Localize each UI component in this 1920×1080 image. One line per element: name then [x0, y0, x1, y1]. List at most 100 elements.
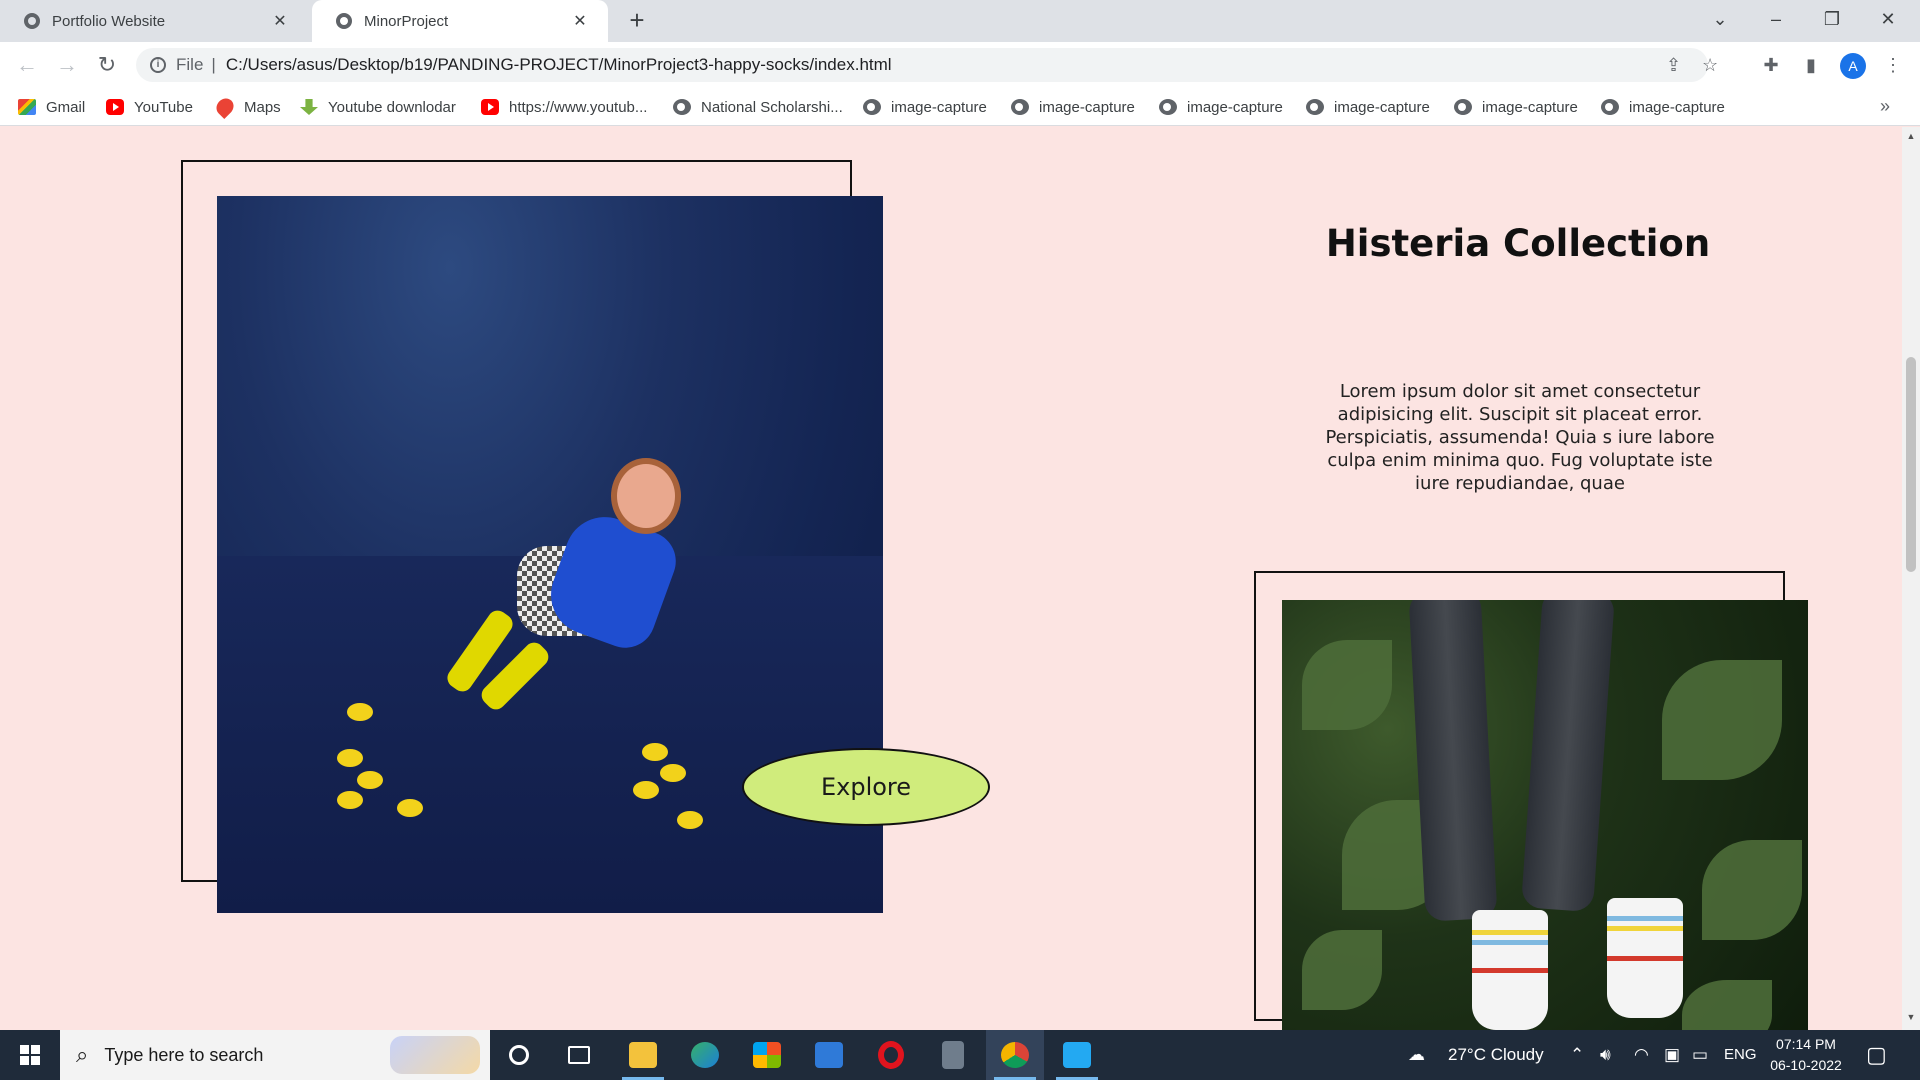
- tab-strip: Portfolio Website ✕ MinorProject ✕ + ⌄ –…: [0, 0, 1920, 42]
- vscode-icon[interactable]: [1048, 1030, 1106, 1080]
- youtube-icon: [106, 99, 124, 115]
- taskbar-search-box[interactable]: ⌕ Type here to search: [60, 1030, 490, 1080]
- bookmark-national-scholarship[interactable]: National Scholarshi...: [673, 96, 843, 118]
- tab-title: Portfolio Website: [52, 12, 166, 30]
- globe-icon: [863, 99, 881, 115]
- bookmark-youtube-downloader[interactable]: Youtube downlodar: [300, 96, 456, 118]
- file-explorer-icon[interactable]: [614, 1030, 672, 1080]
- bookmark-youtube-link[interactable]: https://www.youtub...: [481, 96, 647, 118]
- bookmark-image-capture[interactable]: image-capture: [1601, 96, 1725, 118]
- star-icon[interactable]: ☆: [1702, 48, 1718, 82]
- scroll-up-arrow-icon[interactable]: ▲: [1906, 131, 1916, 141]
- search-highlight-illustration: [390, 1036, 480, 1074]
- globe-icon: [1601, 99, 1619, 115]
- globe-icon: [673, 99, 691, 115]
- bookmark-maps[interactable]: Maps: [212, 94, 281, 120]
- explore-button[interactable]: Explore: [742, 748, 990, 826]
- language-indicator[interactable]: ENG: [1724, 1030, 1757, 1080]
- battery-icon[interactable]: ▭: [1692, 1030, 1708, 1080]
- socks-in-leaves-photo: [1282, 600, 1808, 1030]
- edge-icon[interactable]: [676, 1030, 734, 1080]
- share-icon[interactable]: ⇪: [1666, 48, 1681, 82]
- clock-time: 07:14 PM: [1776, 1036, 1836, 1052]
- close-window-button[interactable]: ✕: [1860, 0, 1916, 40]
- bookmark-label: YouTube: [134, 98, 193, 116]
- bookmark-label: image-capture: [1187, 98, 1283, 116]
- maps-icon: [212, 94, 238, 120]
- bookmark-label: Youtube downlodar: [328, 98, 456, 116]
- scheme-label: File: [176, 55, 204, 74]
- bookmark-label: National Scholarshi...: [701, 98, 843, 116]
- clock-date: 06-10-2022: [1770, 1057, 1842, 1073]
- menu-icon[interactable]: ⋮: [1880, 52, 1906, 78]
- cloudy-weather-icon[interactable]: ☁: [1408, 1030, 1425, 1080]
- bookmark-label: image-capture: [1629, 98, 1725, 116]
- chevron-up-icon[interactable]: ⌃: [1570, 1030, 1584, 1080]
- bookmark-label: image-capture: [1334, 98, 1430, 116]
- tab-title: MinorProject: [364, 12, 449, 30]
- info-icon[interactable]: i: [150, 57, 166, 73]
- cortana-icon[interactable]: [490, 1030, 548, 1080]
- back-arrow-icon[interactable]: ←: [12, 50, 42, 80]
- notifications-icon[interactable]: ▢: [1866, 1030, 1887, 1080]
- bookmarks-overflow-button[interactable]: »: [1880, 96, 1890, 117]
- start-button[interactable]: [0, 1030, 60, 1080]
- bookmarks-bar: Gmail YouTube Maps Youtube downlodar htt…: [0, 88, 1920, 126]
- page-scrollbar[interactable]: ▲ ▼: [1902, 127, 1920, 1030]
- tab-search-button[interactable]: ⌄: [1692, 0, 1748, 40]
- address-bar[interactable]: i File | C:/Users/asus/Desktop/b19/PANDI…: [136, 48, 1718, 82]
- youtube-icon: [481, 99, 499, 115]
- calculator-icon[interactable]: [924, 1030, 982, 1080]
- side-panel-icon[interactable]: ▮: [1798, 52, 1824, 78]
- chrome-icon[interactable]: [986, 1030, 1044, 1080]
- meet-now-icon[interactable]: ▣: [1664, 1030, 1680, 1080]
- scroll-down-arrow-icon[interactable]: ▼: [1906, 1012, 1916, 1022]
- extensions-icon[interactable]: ✚: [1758, 52, 1784, 78]
- search-placeholder: Type here to search: [104, 1044, 264, 1065]
- globe-icon: [1306, 99, 1324, 115]
- bookmark-label: image-capture: [1039, 98, 1135, 116]
- volume-icon[interactable]: 🔊︎: [1600, 1030, 1611, 1080]
- minimize-button[interactable]: –: [1748, 0, 1804, 40]
- bookmark-label: image-capture: [1482, 98, 1578, 116]
- windows-logo-icon: [20, 1045, 40, 1065]
- taskbar-clock[interactable]: 07:14 PM 06-10-2022: [1760, 1034, 1852, 1076]
- close-icon[interactable]: ✕: [570, 11, 590, 31]
- forward-arrow-icon[interactable]: →: [52, 50, 82, 80]
- bookmark-youtube[interactable]: YouTube: [106, 96, 193, 118]
- bookmark-label: image-capture: [891, 98, 987, 116]
- collection-title: Histeria Collection: [1325, 222, 1711, 265]
- download-icon: [300, 99, 318, 115]
- windows-taskbar: ⌕ Type here to search ☁ 27°C Cloudy ⌃ 🔊︎…: [0, 1030, 1920, 1080]
- bookmark-gmail[interactable]: Gmail: [18, 96, 85, 118]
- scheme-separator: |: [211, 55, 216, 74]
- bookmark-label: Maps: [244, 98, 281, 116]
- scrollbar-thumb[interactable]: [1906, 357, 1916, 572]
- globe-icon: [336, 13, 352, 29]
- restore-button[interactable]: ❐: [1804, 0, 1860, 40]
- globe-icon: [1454, 99, 1472, 115]
- gmail-icon: [18, 99, 36, 115]
- bookmark-image-capture[interactable]: image-capture: [1159, 96, 1283, 118]
- collection-description: Lorem ipsum dolor sit amet consectetur a…: [1325, 381, 1715, 494]
- tab-portfolio-website[interactable]: Portfolio Website ✕: [0, 0, 308, 42]
- close-icon[interactable]: ✕: [270, 11, 290, 31]
- bookmark-image-capture[interactable]: image-capture: [1011, 96, 1135, 118]
- bookmark-image-capture[interactable]: image-capture: [1454, 96, 1578, 118]
- wifi-icon[interactable]: ◠: [1634, 1030, 1649, 1080]
- reload-icon[interactable]: ↻: [92, 50, 122, 80]
- bookmark-label: Gmail: [46, 98, 86, 116]
- microsoft-store-icon[interactable]: [738, 1030, 796, 1080]
- globe-icon: [24, 13, 40, 29]
- bookmark-image-capture[interactable]: image-capture: [863, 96, 987, 118]
- mail-icon[interactable]: [800, 1030, 858, 1080]
- task-view-icon[interactable]: [550, 1030, 608, 1080]
- profile-avatar[interactable]: A: [1840, 53, 1866, 79]
- tab-minorproject[interactable]: MinorProject ✕: [312, 0, 608, 42]
- search-icon: ⌕: [76, 1042, 89, 1067]
- opera-icon[interactable]: [862, 1030, 920, 1080]
- new-tab-button[interactable]: +: [622, 6, 652, 36]
- url-text[interactable]: C:/Users/asus/Desktop/b19/PANDING-PROJEC…: [226, 55, 892, 75]
- bookmark-image-capture[interactable]: image-capture: [1306, 96, 1430, 118]
- weather-widget[interactable]: 27°C Cloudy: [1448, 1030, 1544, 1080]
